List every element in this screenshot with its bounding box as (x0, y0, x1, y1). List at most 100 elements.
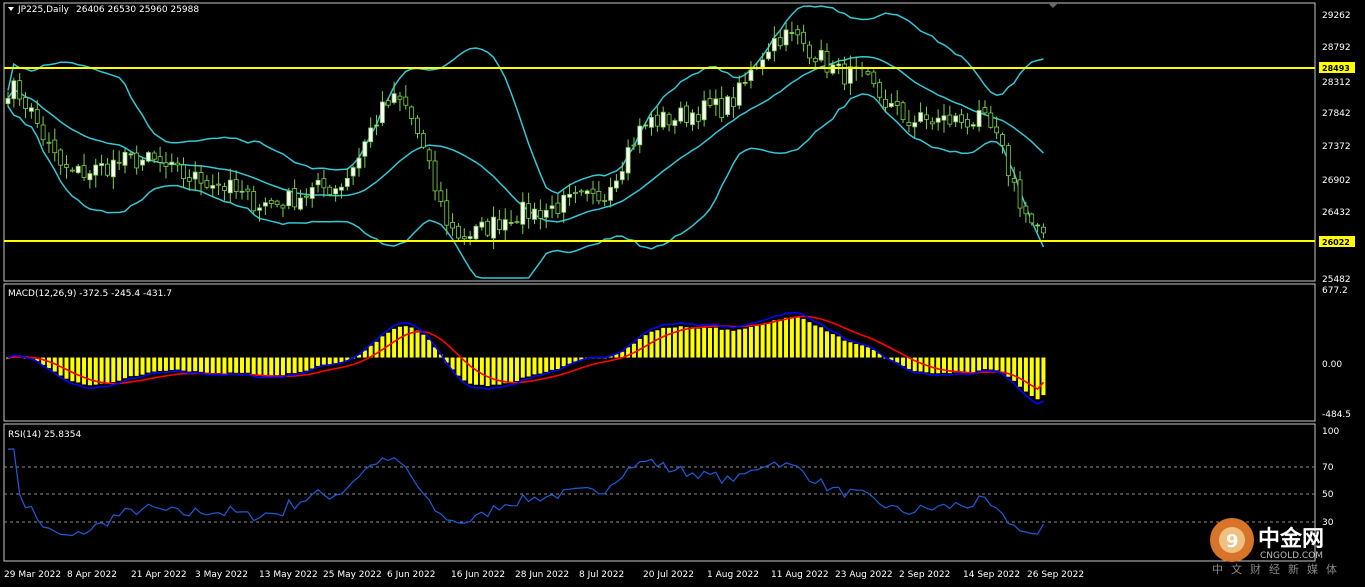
candle (116, 150, 122, 171)
macd-hist-bar (631, 343, 636, 358)
price-tick: 26902 (1322, 176, 1351, 186)
candle-body (970, 124, 976, 127)
macd-tick: 677.2 (1322, 286, 1348, 296)
candle-body (93, 164, 99, 176)
candle-body (1023, 205, 1029, 215)
macd-hist-bar (316, 357, 321, 366)
macd-hist-bar (555, 357, 560, 370)
candle-body (134, 152, 140, 169)
candle (959, 108, 964, 129)
macd-hist-bar (87, 357, 92, 386)
price-tick: 25482 (1322, 275, 1351, 285)
candle-body (461, 236, 467, 240)
candle (970, 122, 976, 130)
macd-hist-bar (128, 357, 133, 377)
candle-body (701, 100, 707, 121)
candle (906, 110, 912, 133)
horizontal-levels[interactable] (4, 67, 1315, 242)
macd-histogram (6, 317, 1046, 400)
candle-body (818, 49, 824, 61)
date-tick: 11 Aug 2022 (771, 570, 829, 580)
candle-body (327, 186, 333, 195)
macd-hist-bar (509, 357, 514, 383)
candle-body (75, 165, 81, 173)
candle (561, 190, 567, 224)
macd-hist-bar (1018, 357, 1023, 387)
candle (924, 106, 929, 130)
macd-hist-bar (994, 357, 999, 371)
macd-hist-bar (111, 357, 116, 383)
candle-body (204, 179, 210, 188)
macd-hist-bar (1041, 357, 1046, 396)
macd-hist-bar (286, 357, 291, 374)
rsi-tick: 50 (1322, 490, 1334, 500)
candle (5, 91, 11, 108)
candle-body (105, 163, 110, 176)
macd-hist-bar (140, 357, 145, 375)
date-axis: 29 Mar 2022 8 Apr 2022 21 Apr 2022 3 May… (4, 570, 1084, 580)
candle-body (725, 96, 730, 115)
candle-body (403, 96, 409, 106)
macd-hist-bar (234, 357, 239, 373)
candle-body (69, 169, 75, 172)
candle-body (140, 159, 145, 166)
macd-hist-bar (163, 357, 168, 371)
candle (368, 117, 374, 148)
candle (58, 148, 64, 175)
candle (929, 117, 935, 130)
candle-body (1029, 213, 1035, 224)
macd-hist-bar (825, 331, 829, 358)
candle-body (309, 187, 315, 199)
candle-body (912, 122, 918, 128)
date-tick: 14 Sep 2022 (963, 570, 1020, 580)
macd-hist-bar (719, 329, 724, 358)
candle-body (848, 66, 853, 84)
candle (520, 192, 526, 234)
candle (555, 194, 561, 219)
macd-hist-bar (696, 328, 701, 358)
price-axis: 29262 28792 28312 27842 27372 26902 2643… (1319, 11, 1355, 285)
candle-body (233, 178, 239, 192)
chart-canvas[interactable]: JP225,Daily 26406 26530 25960 25988 MACD… (0, 0, 1365, 587)
candle-body (344, 177, 350, 187)
price-pane-frame (3, 2, 1316, 282)
candle-body (573, 192, 578, 194)
candle-body (46, 141, 52, 144)
macd-hist-bar (807, 322, 812, 358)
candle (947, 105, 953, 128)
macd-hist-bar (76, 357, 81, 383)
candle (110, 149, 116, 189)
macd-hist-bar (713, 327, 718, 358)
candle-body (192, 171, 198, 180)
watermark-name: 中金网 (1258, 526, 1324, 552)
candle-body (23, 97, 28, 109)
candle (309, 182, 315, 208)
candle-body (11, 80, 17, 100)
macd-hist-bar (754, 325, 759, 358)
macd-hist-bar (397, 326, 402, 358)
candle-body (40, 124, 46, 141)
candle (982, 100, 988, 116)
candle-body (502, 219, 508, 231)
macd-hist-bar (918, 357, 923, 372)
candle-body (906, 121, 912, 126)
macd-pane-frame (3, 283, 1316, 422)
candle-body (34, 109, 40, 124)
candle (17, 73, 23, 106)
candle (450, 213, 456, 237)
candle (303, 188, 309, 206)
candle-body (666, 113, 672, 126)
candle-body (684, 105, 689, 123)
macd-hist-bar (257, 357, 262, 376)
candle (145, 151, 151, 163)
candle-body (368, 127, 374, 143)
candle (186, 169, 192, 191)
candle-body (456, 225, 461, 239)
candle-body (227, 179, 233, 194)
candle (105, 158, 110, 178)
dropdown-icon[interactable] (8, 7, 14, 11)
candle (713, 89, 719, 116)
macd-main-line (7, 311, 1044, 405)
candle-body (315, 179, 321, 186)
shift-marker-icon[interactable] (1048, 3, 1058, 8)
